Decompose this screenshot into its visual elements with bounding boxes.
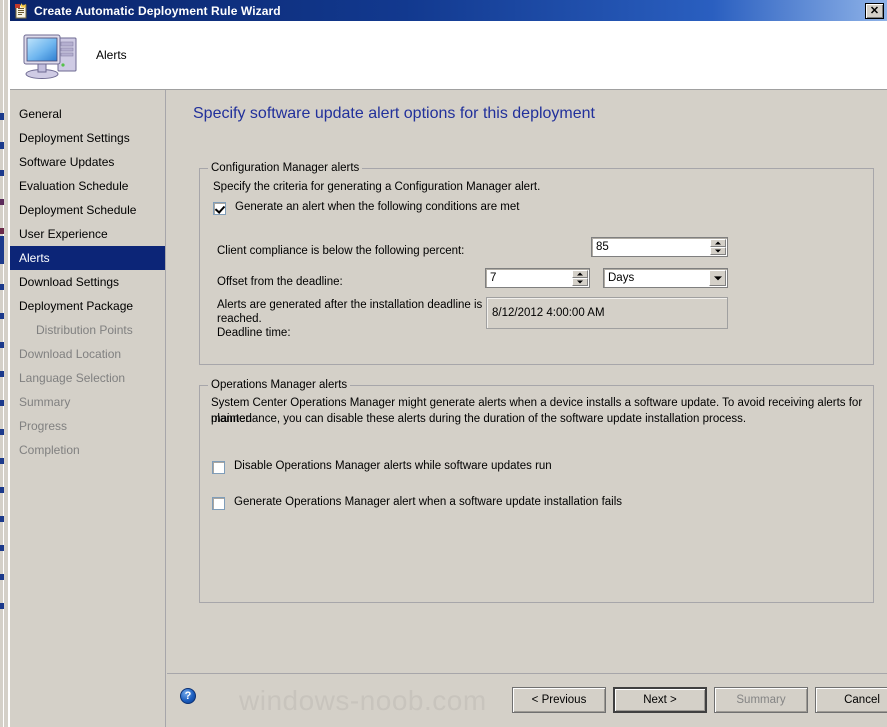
sidebar-item-deployment-schedule[interactable]: Deployment Schedule (10, 198, 165, 222)
generate-om-alert-on-fail-label: Generate Operations Manager alert when a… (234, 496, 623, 508)
client-compliance-spinner-down[interactable] (710, 247, 726, 255)
offset-spinner[interactable] (572, 270, 588, 286)
wizard-window: Create Automatic Deployment Rule Wizard … (9, 0, 887, 727)
client-compliance-percent-input[interactable]: 85 (591, 237, 728, 257)
sidebar-item-progress: Progress (19, 419, 68, 433)
client-compliance-percent-value: 85 (596, 241, 609, 253)
offset-spinner-up[interactable] (572, 270, 588, 278)
deadline-time-value: 8/12/2012 4:00:00 AM (492, 307, 605, 319)
chevron-down-icon[interactable] (709, 270, 726, 286)
cancel-button[interactable]: Cancel (815, 687, 887, 713)
sidebar-item-software-updates[interactable]: Software Updates (10, 150, 165, 174)
wizard-footer: ? windows-noob.com < Previous Next > Sum… (167, 673, 887, 727)
offset-unit-dropdown[interactable]: Days (603, 268, 728, 288)
computer-monitor-icon (22, 29, 84, 81)
generate-alert-checkbox-row[interactable]: Generate an alert when the following con… (213, 201, 519, 215)
sidebar-item-general[interactable]: General (10, 102, 165, 126)
deadline-time-readonly-field: 8/12/2012 4:00:00 AM (486, 297, 728, 329)
configuration-manager-alerts-description: Specify the criteria for generating a Co… (213, 181, 541, 193)
configuration-manager-alerts-legend: Configuration Manager alerts (208, 162, 363, 174)
sidebar-item-completion: Completion (19, 443, 80, 457)
wizard-step-navigation: General Deployment Settings Software Upd… (10, 90, 166, 727)
offset-spinner-down[interactable] (572, 278, 588, 286)
title-bar: Create Automatic Deployment Rule Wizard … (10, 0, 887, 21)
wizard-content-pane: Specify software update alert options fo… (167, 90, 887, 673)
next-button[interactable]: Next > (613, 687, 707, 713)
header-title: Alerts (96, 48, 127, 62)
deadline-time-label: Deadline time: (217, 327, 291, 339)
client-compliance-spinner[interactable] (710, 239, 726, 255)
offset-unit-value: Days (608, 272, 635, 284)
page-title: Specify software update alert options fo… (193, 105, 595, 122)
application-window: Create Automatic Deployment Rule Wizard … (0, 0, 887, 727)
sidebar-item-language-selection: Language Selection (19, 371, 126, 385)
client-compliance-label: Client compliance is below the following… (217, 245, 465, 257)
operations-manager-alerts-group: Operations Manager alerts System Center … (199, 379, 874, 603)
previous-button[interactable]: < Previous (512, 687, 606, 713)
sidebar-item-evaluation-schedule[interactable]: Evaluation Schedule (10, 174, 165, 198)
sidebar-item-download-settings[interactable]: Download Settings (10, 270, 165, 294)
operations-manager-alerts-legend: Operations Manager alerts (208, 379, 351, 391)
wizard-document-icon (13, 2, 29, 19)
watermark-text: windows-noob.com (239, 685, 487, 716)
offset-value: 7 (490, 272, 497, 284)
sidebar-item-distribution-points: Distribution Points (36, 323, 133, 337)
client-compliance-spinner-up[interactable] (710, 239, 726, 247)
sidebar-item-download-location: Download Location (19, 347, 122, 361)
disable-om-alerts-label: Disable Operations Manager alerts while … (234, 460, 552, 472)
generate-alert-checkbox[interactable] (213, 202, 226, 215)
operations-manager-description-line-2: maintenance, you can disable these alert… (211, 413, 747, 425)
wizard-header: Alerts (10, 21, 887, 90)
sidebar-item-user-experience[interactable]: User Experience (10, 222, 165, 246)
offset-from-deadline-label: Offset from the deadline: (217, 276, 343, 288)
generate-alert-label: Generate an alert when the following con… (235, 201, 520, 213)
close-icon[interactable]: ✕ (865, 3, 884, 19)
summary-button: Summary (714, 687, 808, 713)
sidebar-item-deployment-settings[interactable]: Deployment Settings (10, 126, 165, 150)
generate-om-alert-on-fail-checkbox-row[interactable]: Generate Operations Manager alert when a… (212, 496, 622, 510)
generate-om-alert-on-fail-checkbox[interactable] (212, 497, 225, 510)
sidebar-item-deployment-package[interactable]: Deployment Package (10, 294, 165, 318)
offset-value-input[interactable]: 7 (485, 268, 590, 288)
disable-om-alerts-checkbox[interactable] (212, 461, 225, 474)
configuration-manager-alerts-group: Configuration Manager alerts Specify the… (199, 162, 874, 365)
disable-om-alerts-checkbox-row[interactable]: Disable Operations Manager alerts while … (212, 460, 552, 474)
window-title: Create Automatic Deployment Rule Wizard (34, 3, 281, 18)
sidebar-item-alerts[interactable]: Alerts (10, 246, 165, 270)
sidebar-item-summary: Summary (19, 395, 71, 409)
help-question-icon[interactable]: ? (180, 688, 196, 704)
background-window-strip (0, 0, 9, 727)
